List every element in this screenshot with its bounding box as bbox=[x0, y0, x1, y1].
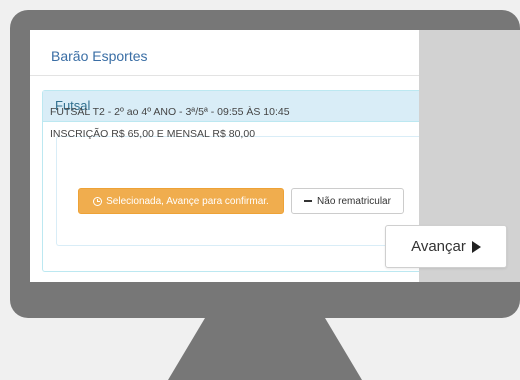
app-header: Barão Esportes bbox=[30, 30, 419, 76]
selected-confirm-label: Selecionada, Avançe para confirmar. bbox=[106, 195, 269, 207]
unenroll-button[interactable]: Não rematricular bbox=[291, 188, 404, 214]
selected-confirm-button[interactable]: Selecionada, Avançe para confirmar. bbox=[78, 188, 284, 214]
play-icon bbox=[471, 240, 481, 253]
advance-button[interactable]: Avançar bbox=[385, 225, 507, 268]
monitor-screen: Barão Esportes Futsal FUTSAL T2 - 2º ao … bbox=[30, 30, 520, 282]
unenroll-label: Não rematricular bbox=[317, 195, 391, 207]
class-schedule-text: FUTSAL T2 - 2º ao 4º ANO - 3ª/5ª - 09:55… bbox=[50, 106, 290, 118]
monitor-frame: Barão Esportes Futsal FUTSAL T2 - 2º ao … bbox=[10, 10, 520, 318]
app-window: Barão Esportes Futsal FUTSAL T2 - 2º ao … bbox=[30, 30, 419, 282]
class-price-text: INSCRIÇÃO R$ 65,00 E MENSAL R$ 80,00 bbox=[50, 128, 256, 140]
app-title: Barão Esportes bbox=[51, 48, 148, 64]
clock-icon bbox=[93, 196, 103, 206]
advance-label: Avançar bbox=[411, 238, 466, 255]
minus-icon bbox=[304, 199, 313, 203]
